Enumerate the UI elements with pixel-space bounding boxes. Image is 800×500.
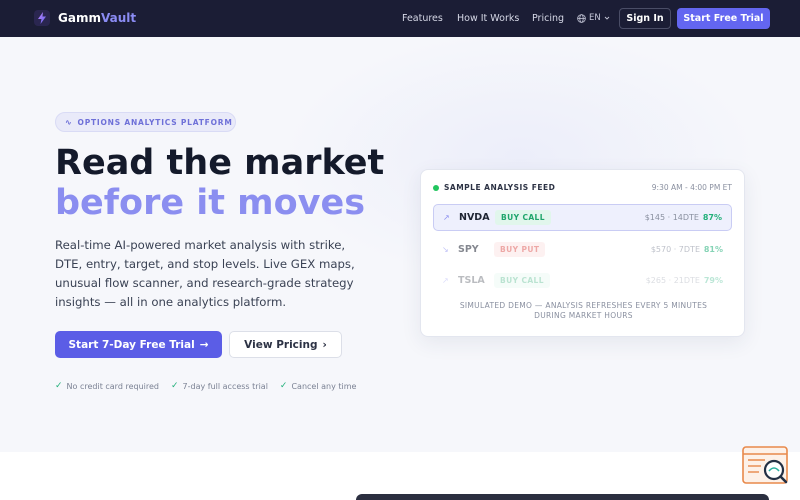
globe-icon — [577, 13, 586, 23]
check-circle-icon: ✓ — [170, 381, 179, 391]
live-dot-icon — [433, 184, 439, 191]
benefit-label: Cancel any time — [291, 381, 357, 391]
feed-row[interactable]: ↗ TSLA BUY CALL $265 · 21DTE 79% — [433, 267, 732, 294]
chevron-right-icon: › — [322, 338, 327, 351]
ticker-symbol: NVDA — [459, 212, 490, 223]
signal-badge: BUY PUT — [494, 242, 546, 257]
headline-line-2: before it moves — [55, 183, 366, 223]
start-trial-button[interactable]: Start 7-Day Free Trial → — [55, 331, 222, 358]
chat-widget-icon[interactable] — [741, 445, 791, 487]
dashboard-preview-edge — [356, 494, 769, 500]
trend-up-icon: ↗ — [443, 213, 450, 222]
strike-dte: $570 · 7DTE — [650, 245, 700, 254]
language-selector[interactable]: EN — [577, 13, 610, 23]
sample-feed-card: SAMPLE ANALYSIS FEED 9:30 AM - 4:00 PM E… — [420, 169, 745, 337]
wave-icon: ∿ — [65, 117, 73, 127]
ticker-symbol: TSLA — [458, 275, 485, 286]
platform-badge-label: OPTIONS ANALYTICS PLATFORM — [77, 117, 233, 127]
benefit-label: No credit card required — [66, 381, 159, 391]
view-pricing-button[interactable]: View Pricing › — [229, 331, 342, 358]
confidence-value: 79% — [703, 276, 723, 285]
sign-in-button[interactable]: Sign In — [619, 8, 671, 29]
language-label: EN — [589, 13, 601, 23]
hero-description: Real-time AI-powered market analysis wit… — [55, 238, 355, 309]
trend-down-icon: ↘ — [442, 245, 449, 254]
confidence-value: 87% — [702, 213, 722, 222]
market-hours: 9:30 AM - 4:00 PM ET — [651, 183, 732, 192]
start-free-trial-button[interactable]: Start Free Trial — [677, 8, 770, 29]
trial-benefits: ✓ No credit card required ✓ 7-day full acc… — [55, 381, 356, 391]
benefit-label: 7-day full access trial — [182, 381, 268, 391]
brand-name: GammVault — [58, 11, 137, 25]
signal-badge: BUY CALL — [495, 210, 551, 225]
view-pricing-label: View Pricing — [244, 338, 318, 351]
feed-title: SAMPLE ANALYSIS FEED — [444, 183, 556, 192]
feed-header: SAMPLE ANALYSIS FEED — [433, 183, 555, 192]
top-nav: GammVault Features How It Works Pricing … — [0, 0, 800, 37]
feed-row[interactable]: ↗ NVDA BUY CALL $145 · 14DTE 87% — [433, 204, 732, 231]
nav-link-pricing[interactable]: Pricing — [532, 13, 564, 24]
benefit-item: ✓ Cancel any time — [280, 381, 357, 391]
signal-badge: BUY CALL — [494, 273, 550, 288]
nav-link-features[interactable]: Features — [402, 13, 443, 24]
trend-up-icon: ↗ — [442, 276, 449, 285]
arrow-right-icon: → — [199, 338, 209, 351]
start-trial-label: Start 7-Day Free Trial — [68, 338, 195, 351]
ticker-symbol: SPY — [458, 244, 479, 255]
benefit-item: ✓ No credit card required — [55, 381, 159, 391]
headline-line-1: Read the market — [55, 143, 385, 183]
check-circle-icon: ✓ — [55, 381, 63, 391]
chevron-down-icon — [604, 16, 610, 20]
feed-row[interactable]: ↘ SPY BUY PUT $570 · 7DTE 81% — [433, 236, 732, 263]
demo-disclaimer: SIMULATED DEMO — ANALYSIS REFRESHES EVER… — [459, 301, 708, 320]
benefit-item: ✓ 7-day full access trial — [171, 381, 268, 391]
lightning-icon — [34, 10, 50, 26]
platform-badge: ∿ OPTIONS ANALYTICS PLATFORM — [55, 112, 236, 132]
next-section — [0, 452, 800, 500]
logo[interactable]: GammVault — [34, 10, 136, 26]
check-circle-icon: ✓ — [279, 381, 288, 391]
strike-dte: $265 · 21DTE — [645, 276, 700, 285]
nav-link-how-it-works[interactable]: How It Works — [457, 13, 519, 24]
strike-dte: $145 · 14DTE — [644, 213, 699, 222]
confidence-value: 81% — [703, 245, 723, 254]
